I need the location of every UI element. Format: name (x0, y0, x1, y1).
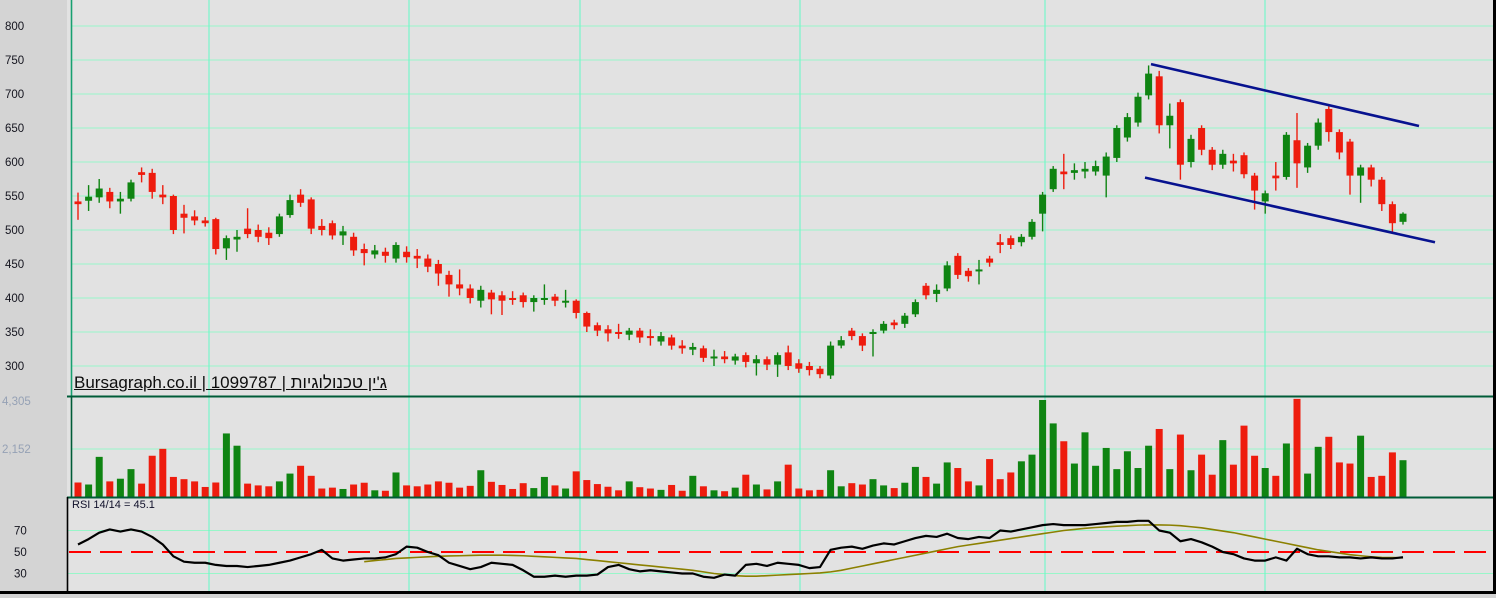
stock-chart-canvas: 800 750 700 650 600 550 500 450 400 350 300 4,305 2,… (0, 0, 1496, 598)
volume-axis-label: 4,305 (2, 396, 31, 408)
price-axis-label: 750 (5, 55, 24, 67)
price-axis-label: 350 (5, 327, 24, 339)
rsi-axis-label: 70 (14, 526, 27, 538)
price-axis-label: 450 (5, 259, 24, 271)
rsi-axis-label: 30 (14, 569, 27, 581)
rsi-indicator-label: RSI 14/14 = 45.1 (72, 499, 155, 511)
chart-watermark: Bursagraph.co.il | 1099787 | ג'ין טכנולו… (74, 373, 387, 393)
rsi-axis-label: 50 (14, 547, 27, 559)
price-axis-label: 800 (5, 21, 24, 33)
volume-axis-label: 2,152 (2, 444, 31, 456)
price-axis-label: 600 (5, 157, 24, 169)
stock-chart-window: 800 750 700 650 600 550 500 450 400 350 300 4,305 2,… (0, 0, 1496, 598)
price-axis-label: 550 (5, 191, 24, 203)
price-axis-label: 300 (5, 361, 24, 373)
price-axis-label: 650 (5, 123, 24, 135)
price-axis-label: 700 (5, 89, 24, 101)
chart-bottom-border (0, 591, 1496, 594)
price-axis-label: 400 (5, 293, 24, 305)
plot-background (67, 0, 1493, 591)
price-axis-label: 500 (5, 225, 24, 237)
